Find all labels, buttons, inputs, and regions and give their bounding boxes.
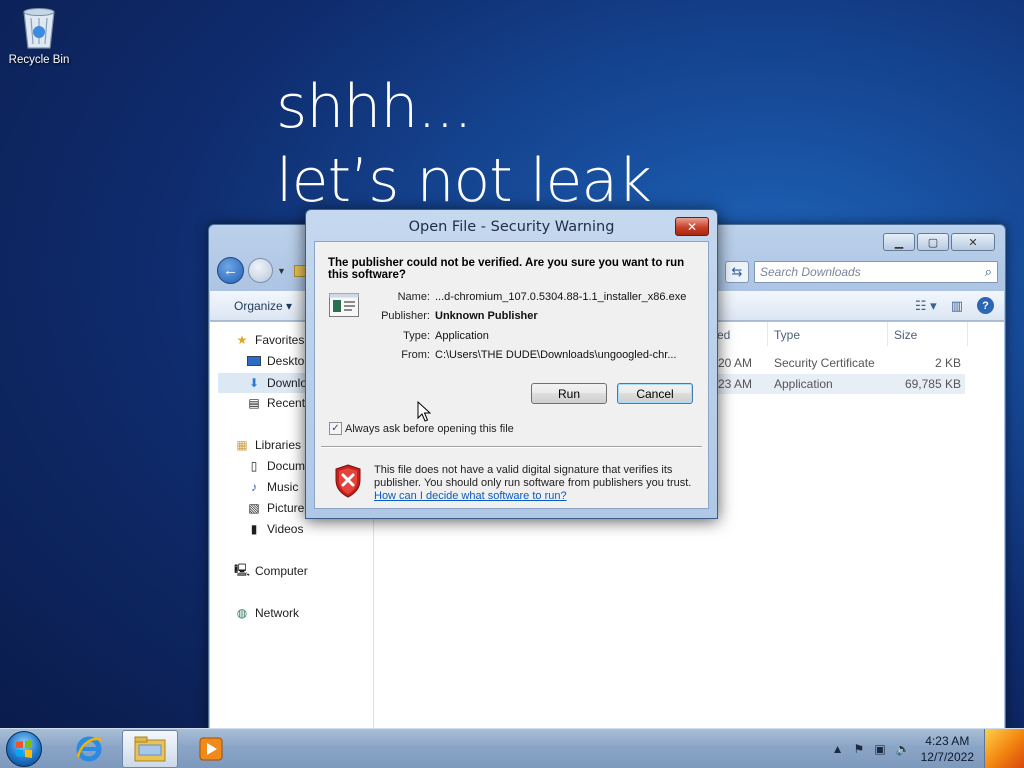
network-icon: ◍ xyxy=(236,606,248,620)
dialog-body: The publisher could not be verified. Are… xyxy=(314,241,709,509)
navigation-buttons: ← ▼ xyxy=(217,257,308,284)
recycle-bin-shortcut[interactable]: Recycle Bin xyxy=(4,6,74,66)
warning-text: This file does not have a valid digital … xyxy=(374,464,692,489)
from-label: From: xyxy=(401,349,430,361)
desktop-icon xyxy=(246,353,262,369)
show-desktop-button[interactable] xyxy=(984,729,1024,768)
publisher-value: Unknown Publisher xyxy=(435,310,538,322)
close-button[interactable]: ✕ xyxy=(951,233,995,251)
refresh-button[interactable]: ⇆ xyxy=(725,261,749,283)
videos-icon: ▮ xyxy=(250,522,258,536)
help-link[interactable]: How can I decide what software to run? xyxy=(374,490,694,503)
nav-music[interactable]: ♪ Music xyxy=(246,479,298,495)
search-icon[interactable]: ⌕ xyxy=(985,264,992,280)
action-center-flag-icon[interactable]: ⚑ xyxy=(854,742,865,756)
pictures-icon: ▧ xyxy=(248,501,260,515)
search-input[interactable]: Search Downloads ⌕ xyxy=(754,261,998,283)
dialog-question: The publisher could not be verified. Are… xyxy=(328,257,685,281)
clock-date: 12/7/2022 xyxy=(920,750,974,764)
back-button[interactable]: ← xyxy=(217,257,244,284)
search-placeholder: Search Downloads xyxy=(760,265,861,279)
nav-network[interactable]: ◍ Network xyxy=(234,605,299,621)
media-player-icon xyxy=(199,737,223,761)
recent-places-icon: ▤ xyxy=(248,396,260,410)
clock[interactable]: 4:23 AM 12/7/2022 xyxy=(921,733,974,765)
type-label: Type: xyxy=(403,330,430,342)
recycle-bin-label: Recycle Bin xyxy=(8,54,70,66)
network-status-icon[interactable]: ▣ xyxy=(874,742,885,756)
publisher-label: Publisher: xyxy=(381,310,430,322)
help-icon[interactable]: ? xyxy=(977,297,994,314)
column-size[interactable]: Size xyxy=(894,328,917,342)
star-icon: ★ xyxy=(236,333,248,347)
close-icon: ✕ xyxy=(686,219,698,234)
libraries-icon: ▦ xyxy=(236,438,248,452)
cancel-button[interactable]: Cancel xyxy=(617,383,693,404)
documents-icon: ▯ xyxy=(250,459,258,473)
name-value: ...d-chromium_107.0.5304.88-1.1_installe… xyxy=(435,291,687,303)
wallpaper-line-2: let’s not leak xyxy=(276,146,652,216)
recent-pages-dropdown-icon[interactable]: ▼ xyxy=(277,266,286,276)
organize-menu[interactable]: Organize ▾ xyxy=(234,299,292,313)
name-label: Name: xyxy=(397,291,430,303)
volume-muted-icon[interactable]: 🔈 xyxy=(896,742,911,756)
explorer-folder-icon xyxy=(134,736,166,762)
back-arrow-icon: ← xyxy=(223,262,238,279)
taskbar-internet-explorer[interactable] xyxy=(61,730,117,768)
taskbar: ▲ ⚑ ▣ 🔈 4:23 AM 12/7/2022 xyxy=(0,728,1024,768)
show-hidden-icons-icon[interactable]: ▲ xyxy=(832,742,844,756)
type-value: Application xyxy=(435,330,489,342)
downloads-icon: ⬇ xyxy=(248,376,260,390)
always-ask-label: Always ask before opening this file xyxy=(345,422,514,435)
dialog-divider xyxy=(321,446,702,448)
nav-computer[interactable]: 🖳 Computer xyxy=(234,563,308,579)
taskbar-windows-explorer[interactable] xyxy=(122,730,178,768)
internet-explorer-icon xyxy=(76,736,103,762)
warning-message: This file does not have a valid digital … xyxy=(374,464,694,503)
column-date-modified[interactable]: ed xyxy=(717,328,730,342)
run-button[interactable]: Run xyxy=(531,383,607,404)
forward-button[interactable] xyxy=(248,258,273,283)
start-button[interactable] xyxy=(6,731,42,767)
dialog-close-button[interactable]: ✕ xyxy=(675,217,709,236)
shield-warning-icon xyxy=(335,464,361,498)
wallpaper-line-1: shhh... xyxy=(276,72,473,142)
music-icon: ♪ xyxy=(251,480,257,494)
window-controls: ▁ ▢ ✕ xyxy=(883,233,995,251)
recycle-bin-icon xyxy=(23,8,55,49)
security-warning-dialog: Open File - Security Warning ✕ The publi… xyxy=(305,209,718,519)
taskbar-media-player[interactable] xyxy=(183,730,239,768)
system-tray: ▲ ⚑ ▣ 🔈 4:23 AM 12/7/2022 xyxy=(832,729,974,768)
always-ask-option[interactable]: ✓ Always ask before opening this file xyxy=(329,422,514,435)
clock-time: 4:23 AM xyxy=(925,734,970,748)
windows-logo-icon xyxy=(16,740,32,758)
nav-favorites[interactable]: ★ Favorites xyxy=(234,332,305,348)
column-type[interactable]: Type xyxy=(774,328,800,342)
dialog-title: Open File - Security Warning xyxy=(408,219,615,235)
view-options-icon[interactable]: ☷ ▾ xyxy=(915,298,937,314)
computer-icon: 🖳 xyxy=(234,563,251,577)
preview-pane-icon[interactable]: ▥ xyxy=(951,298,963,314)
nav-libraries[interactable]: ▦ Libraries xyxy=(234,437,301,453)
refresh-icon: ⇆ xyxy=(731,264,743,279)
wallpaper-text: shhh... let’s not leak xyxy=(276,70,652,218)
maximize-button[interactable]: ▢ xyxy=(917,233,949,251)
mouse-cursor-icon xyxy=(417,401,431,422)
always-ask-checkbox[interactable]: ✓ xyxy=(329,422,342,435)
from-value: C:\Users\THE DUDE\Downloads\ungoogled-ch… xyxy=(435,349,677,361)
nav-videos[interactable]: ▮ Videos xyxy=(246,521,304,537)
minimize-button[interactable]: ▁ xyxy=(883,233,915,251)
